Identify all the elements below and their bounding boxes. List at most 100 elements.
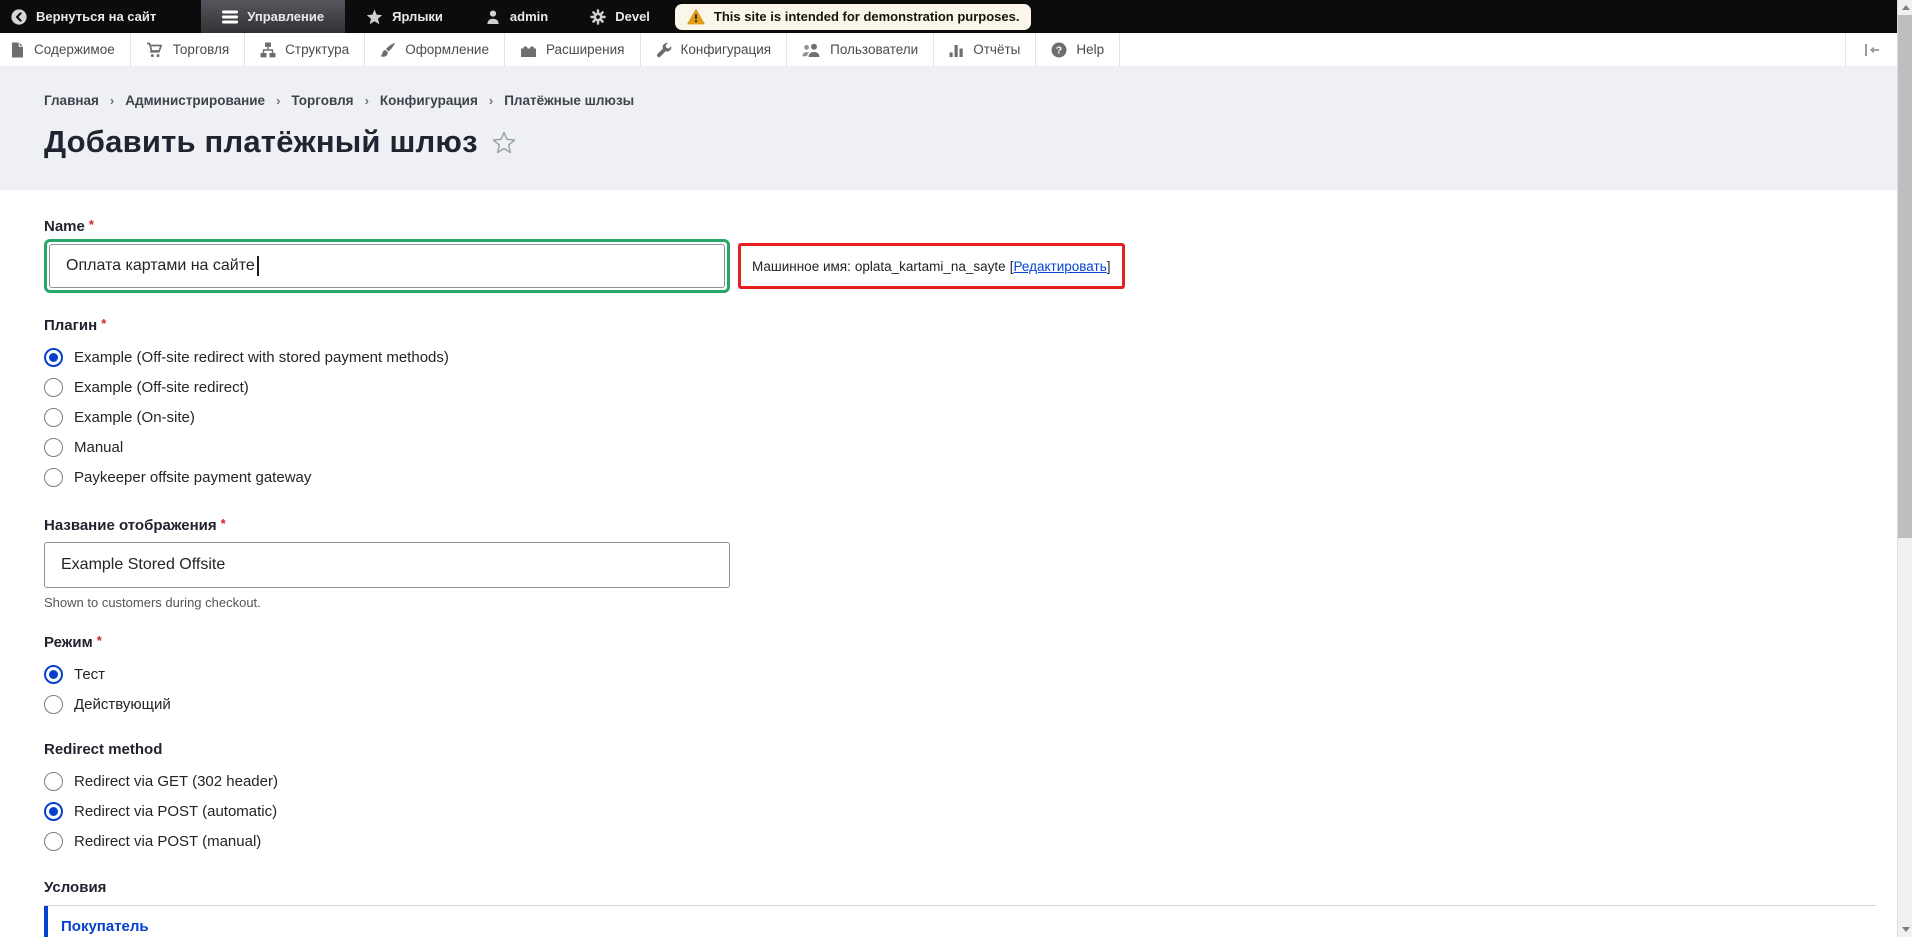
back-arrow-icon: [11, 8, 27, 25]
mode-option-live[interactable]: Действующий: [44, 689, 1897, 719]
toolbar-item-help[interactable]: ? Help: [1036, 33, 1121, 66]
redirect-option-post-automatic[interactable]: Redirect via POST (automatic): [44, 796, 1897, 826]
breadcrumb-separator: ›: [109, 93, 115, 108]
radio-selected[interactable]: [44, 664, 63, 684]
conditions-tab-customer[interactable]: Покупатель: [44, 906, 324, 937]
breadcrumb-commerce[interactable]: Торговля: [291, 93, 353, 108]
radio-unselected[interactable]: [44, 771, 63, 791]
display-name-input[interactable]: [44, 542, 730, 588]
toggle-orientation-icon: [1864, 43, 1879, 56]
radio-unselected[interactable]: [44, 831, 63, 851]
radio-unselected[interactable]: [44, 467, 63, 487]
required-marker: *: [101, 316, 107, 331]
shortcuts-label: Ярлыки: [392, 9, 443, 24]
demo-notice-badge: This site is intended for demonstration …: [674, 3, 1032, 30]
gear-icon: [590, 8, 606, 25]
manage-label: Управление: [247, 9, 325, 24]
radio-selected[interactable]: [44, 347, 63, 367]
breadcrumb-administration[interactable]: Администрирование: [125, 93, 265, 108]
required-marker: *: [96, 633, 102, 648]
radio-selected[interactable]: [44, 801, 63, 821]
plugin-option-paykeeper[interactable]: Paykeeper offsite payment gateway: [44, 462, 1897, 492]
plugin-option-onsite[interactable]: Example (On-site): [44, 402, 1897, 432]
radio-unselected[interactable]: [44, 437, 63, 457]
toolbar-item-reports[interactable]: Отчёты: [934, 33, 1037, 66]
scrollbar-thumb[interactable]: [1898, 15, 1912, 538]
toolbar-item-configuration[interactable]: Конфигурация: [641, 33, 788, 66]
radio-unselected[interactable]: [44, 407, 63, 427]
toolbar-tray: Содержимое Торговля Структура Оформление…: [0, 33, 1897, 66]
devel-label: Devel: [615, 9, 650, 24]
user-icon: [487, 10, 499, 24]
conditions-vertical-tabs: Покупатель: [44, 905, 1876, 937]
admin-bar: Вернуться на сайт Управление Ярлыки admi…: [0, 0, 1897, 33]
toolbar-item-label: Оформление: [405, 42, 489, 57]
plugin-group-label: Плагин *: [44, 316, 107, 334]
breadcrumb: Главная › Администрирование › Торговля ›…: [44, 93, 634, 108]
text-caret: [256, 256, 259, 276]
name-field-label: Name *: [44, 217, 94, 235]
machine-name-edit-link[interactable]: Редактировать: [1013, 259, 1106, 274]
name-input[interactable]: Оплата картами на сайте: [49, 244, 725, 288]
toolbar-item-commerce[interactable]: Торговля: [131, 33, 246, 66]
drupal-admin-page: Вернуться на сайт Управление Ярлыки admi…: [0, 0, 1912, 937]
mode-option-test[interactable]: Тест: [44, 659, 1897, 689]
favorite-star-icon[interactable]: [492, 131, 516, 154]
toolbar-item-label: Торговля: [172, 42, 230, 57]
breadcrumb-payment-gateways[interactable]: Платёжные шлюзы: [504, 93, 634, 108]
back-to-site-button[interactable]: Вернуться на сайт: [0, 0, 201, 33]
plugin-option-stored-offsite[interactable]: Example (Off-site redirect with stored p…: [44, 342, 1897, 372]
plugin-option-manual[interactable]: Manual: [44, 432, 1897, 462]
bracket-close: ]: [1106, 258, 1111, 274]
redirect-option-get[interactable]: Redirect via GET (302 header): [44, 766, 1897, 796]
wrench-icon: [656, 42, 671, 57]
scrollbar-up-arrow[interactable]: [1898, 0, 1912, 15]
document-icon: [12, 42, 23, 57]
machine-name-prefix: Машинное имя:: [752, 258, 851, 274]
display-name-description: Shown to customers during checkout.: [44, 595, 261, 610]
svg-text:?: ?: [1056, 44, 1062, 56]
admin-tab-manage[interactable]: Управление: [201, 0, 346, 33]
admin-tab-user[interactable]: admin: [464, 0, 569, 33]
breadcrumb-home[interactable]: Главная: [44, 93, 99, 108]
payment-gateway-form: Name * Оплата картами на сайте Машинное и…: [0, 190, 1897, 937]
toolbar-item-label: Структура: [285, 42, 350, 57]
scrollbar-down-arrow[interactable]: [1898, 922, 1912, 937]
name-field-focus-ring: Оплата картами на сайте: [44, 239, 730, 293]
required-marker: *: [220, 516, 226, 531]
mode-group-label: Режим *: [44, 633, 102, 651]
admin-tab-shortcuts[interactable]: Ярлыки: [345, 0, 464, 33]
toolbar-item-appearance[interactable]: Оформление: [365, 33, 505, 66]
toolbar-item-extend[interactable]: Расширения: [505, 33, 641, 66]
toolbar-item-structure[interactable]: Структура: [245, 33, 366, 66]
help-icon: ?: [1051, 42, 1067, 57]
machine-name-value: oplata_kartami_na_sayte: [854, 258, 1006, 274]
breadcrumb-configuration[interactable]: Конфигурация: [380, 93, 478, 108]
cart-icon: [146, 42, 162, 57]
toolbar-item-people[interactable]: Пользователи: [787, 33, 935, 66]
toolbar-item-label: Конфигурация: [680, 42, 772, 57]
users-icon: [802, 43, 820, 57]
toolbar-orientation-toggle[interactable]: [1845, 33, 1897, 66]
breadcrumb-separator: ›: [364, 93, 369, 108]
warning-icon: [687, 8, 705, 24]
plugin-option-offsite-redirect[interactable]: Example (Off-site redirect): [44, 372, 1897, 402]
back-to-site-label: Вернуться на сайт: [36, 9, 157, 24]
star-icon: [366, 9, 383, 24]
user-label: admin: [509, 9, 549, 24]
radio-unselected[interactable]: [44, 694, 63, 714]
redirect-method-label: Redirect method: [44, 741, 163, 758]
toolbar-item-content[interactable]: Содержимое: [0, 33, 131, 66]
toolbar-item-label: Отчёты: [973, 42, 1021, 57]
redirect-option-post-manual[interactable]: Redirect via POST (manual): [44, 826, 1897, 856]
admin-tab-devel[interactable]: Devel: [569, 0, 671, 33]
toolbar-item-label: Расширения: [545, 42, 625, 57]
required-marker: *: [88, 217, 94, 232]
breadcrumb-separator: ›: [488, 93, 494, 108]
page-header: Главная › Администрирование › Торговля ›…: [0, 66, 1897, 190]
display-name-label: Название отображения *: [44, 516, 226, 534]
radio-unselected[interactable]: [44, 377, 63, 397]
vertical-scrollbar[interactable]: [1897, 0, 1912, 937]
puzzle-icon: [520, 45, 536, 57]
name-input-value: Оплата картами на сайте: [66, 257, 255, 274]
